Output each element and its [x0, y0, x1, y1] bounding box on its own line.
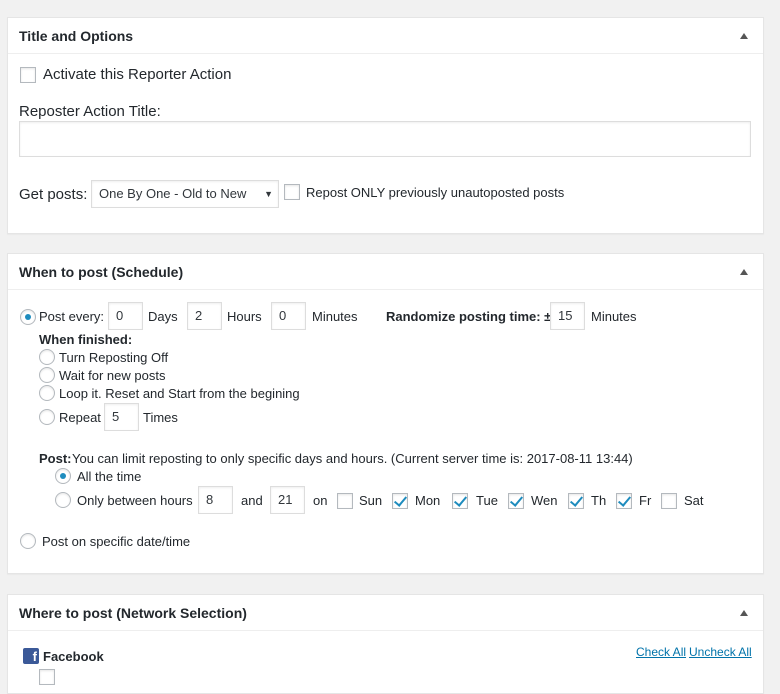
network-box: Where to post (Network Selection) f Face… [7, 594, 764, 694]
schedule-box: When to post (Schedule) Post every: 0 Da… [7, 253, 764, 574]
day-tue-label: Tue [476, 493, 498, 508]
day-sun-label: Sun [359, 493, 383, 508]
check-all-link[interactable]: Check All [636, 645, 686, 659]
collapse-toggle-icon[interactable] [740, 268, 748, 275]
network-header[interactable]: Where to post (Network Selection) [8, 595, 763, 631]
days-input[interactable]: 0 [108, 302, 143, 330]
limit-text: You can limit reposting to only specific… [72, 451, 633, 466]
hour-to-input[interactable]: 21 [270, 486, 305, 514]
action-title-input[interactable] [19, 121, 751, 157]
day-mon-checkbox[interactable] [392, 493, 408, 509]
network-title: Where to post (Network Selection) [19, 604, 247, 621]
dropdown-arrow-icon: ▼ [264, 189, 273, 199]
wait-new-label: Wait for new posts [59, 368, 166, 383]
day-wen-label: Wen [531, 493, 558, 508]
specific-date-label: Post on specific date/time [42, 534, 191, 549]
day-wen-checkbox[interactable] [508, 493, 524, 509]
schedule-header[interactable]: When to post (Schedule) [8, 254, 763, 290]
title-options-box: Title and Options Activate this Reporter… [7, 17, 764, 234]
wait-new-radio[interactable] [39, 367, 55, 383]
specific-date-radio[interactable] [20, 533, 36, 549]
facebook-icon: f [23, 648, 39, 664]
turn-off-radio[interactable] [39, 349, 55, 365]
only-between-label: Only between hours [77, 493, 193, 508]
day-fr-label: Fr [639, 493, 652, 508]
randomize-label: Randomize posting time: ± [386, 309, 552, 324]
repeat-radio[interactable] [39, 409, 55, 425]
activate-checkbox[interactable] [20, 67, 36, 83]
day-sat-label: Sat [684, 493, 704, 508]
loop-label: Loop it. Reset and Start from the begini… [59, 386, 300, 401]
hour-from-input[interactable]: 8 [198, 486, 233, 514]
all-time-radio[interactable] [55, 468, 71, 484]
get-posts-label: Get posts: [19, 186, 88, 203]
day-th-label: Th [591, 493, 607, 508]
and-label: and [241, 493, 263, 508]
activate-label: Activate this Reporter Action [43, 66, 232, 83]
facebook-label: Facebook [43, 649, 104, 664]
hours-label: Hours [227, 309, 262, 324]
loop-radio[interactable] [39, 385, 55, 401]
turn-off-label: Turn Reposting Off [59, 350, 169, 365]
when-finished-label: When finished: [39, 332, 133, 347]
day-mon-label: Mon [415, 493, 441, 508]
post-every-radio[interactable] [20, 309, 36, 325]
day-sat-checkbox[interactable] [661, 493, 677, 509]
facebook-account-checkbox[interactable] [39, 669, 55, 685]
day-sun-checkbox[interactable] [337, 493, 353, 509]
repost-only-label: Repost ONLY previously unautoposted post… [306, 185, 565, 200]
post-every-label: Post every: [39, 309, 105, 324]
on-label: on [313, 493, 328, 508]
minutes-label: Minutes [312, 309, 358, 324]
title-options-header[interactable]: Title and Options [8, 18, 763, 54]
repeat-label: Repeat [59, 410, 101, 425]
day-fr-checkbox[interactable] [616, 493, 632, 509]
minutes-input[interactable]: 0 [271, 302, 306, 330]
repeat-unit: Times [143, 410, 178, 425]
title-options-title: Title and Options [19, 27, 134, 44]
get-posts-select[interactable]: One By One - Old to New ▼ [91, 180, 279, 208]
schedule-title: When to post (Schedule) [19, 263, 184, 280]
collapse-toggle-icon[interactable] [740, 609, 748, 616]
repeat-input[interactable]: 5 [104, 403, 139, 431]
days-label: Days [148, 309, 178, 324]
repost-only-checkbox[interactable] [284, 184, 300, 200]
uncheck-all-link[interactable]: Uncheck All [689, 645, 752, 659]
randomize-unit: Minutes [591, 309, 637, 324]
randomize-input[interactable]: 15 [550, 302, 585, 330]
get-posts-selected: One By One - Old to New [99, 186, 247, 201]
only-between-radio[interactable] [55, 492, 71, 508]
day-th-checkbox[interactable] [568, 493, 584, 509]
hours-input[interactable]: 2 [187, 302, 222, 330]
post-limit-label: Post: [39, 451, 72, 466]
day-tue-checkbox[interactable] [452, 493, 468, 509]
action-title-label: Reposter Action Title: [19, 103, 161, 120]
collapse-toggle-icon[interactable] [740, 32, 748, 39]
all-time-label: All the time [77, 469, 142, 484]
